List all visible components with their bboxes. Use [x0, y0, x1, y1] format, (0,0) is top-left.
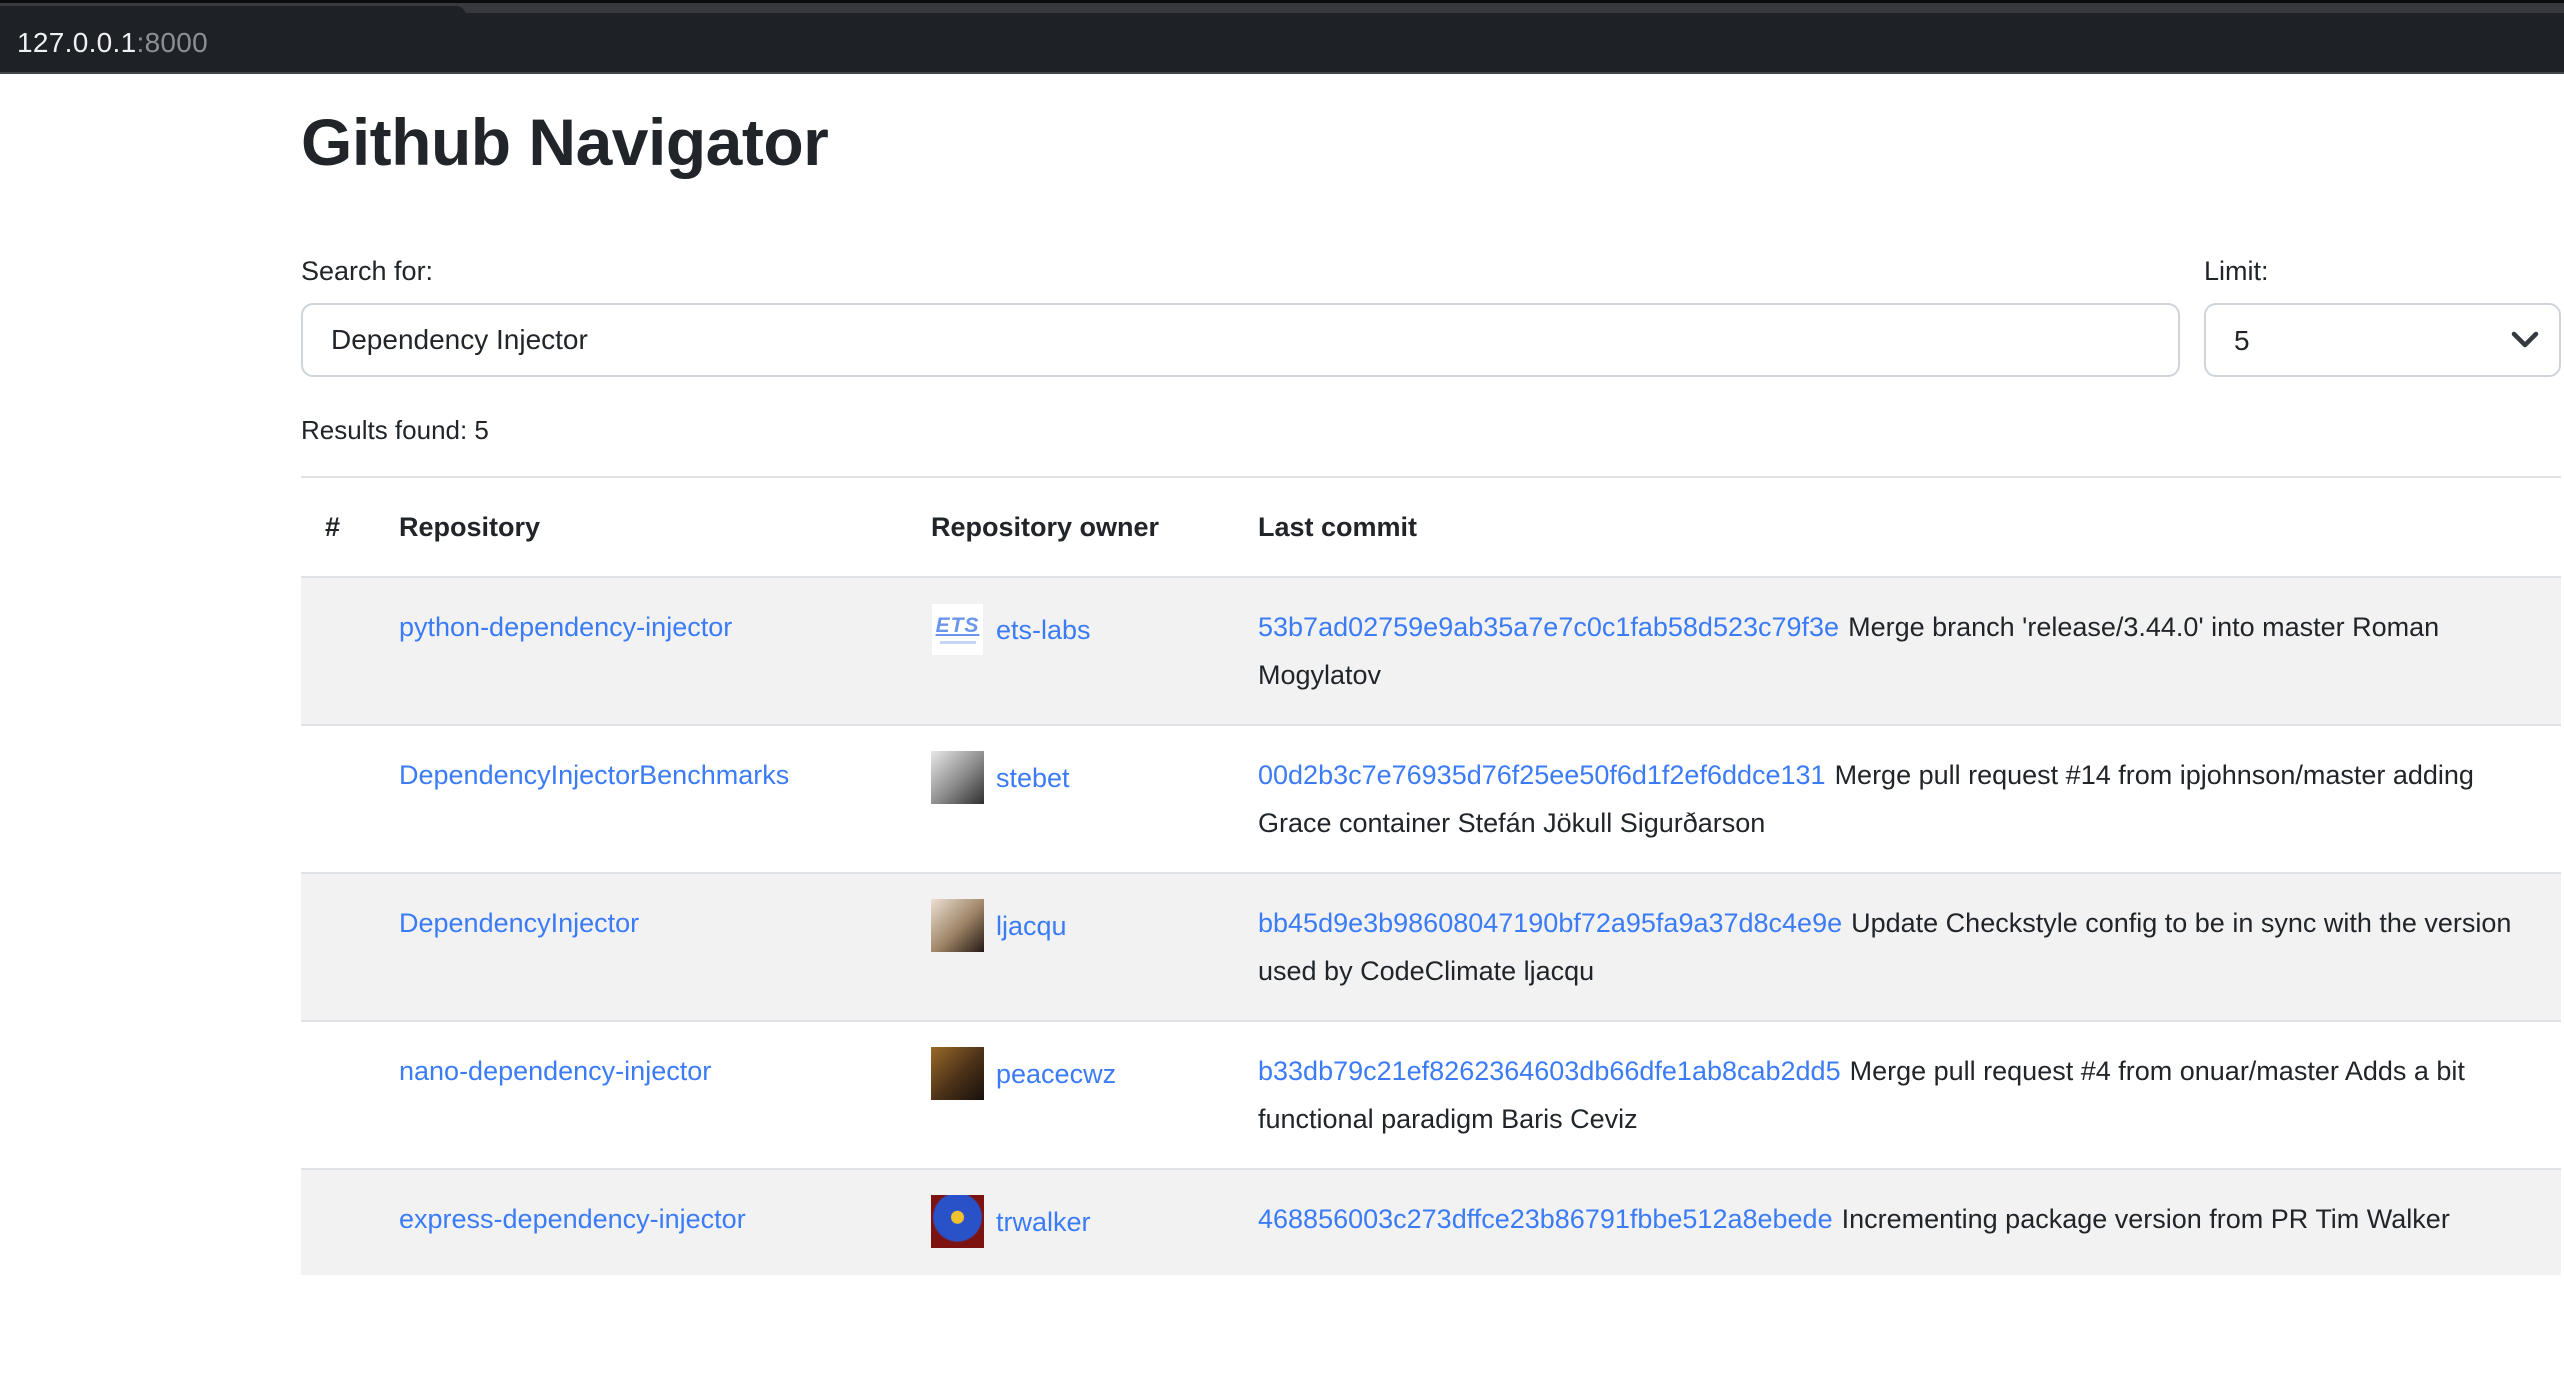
owner-wrap: trwalker — [931, 1195, 1210, 1248]
page-title: Github Navigator — [301, 104, 2561, 180]
table-header: # Repository Repository owner Last commi… — [301, 477, 2561, 577]
column-header-owner: Repository owner — [907, 477, 1234, 577]
limit-select-wrap: 5 — [2204, 303, 2561, 377]
results-table: # Repository Repository owner Last commi… — [301, 476, 2561, 1275]
repository-cell: DependencyInjectorBenchmarks — [375, 725, 907, 873]
owner-link[interactable]: ets-labs — [996, 606, 1091, 654]
commit-cell: b33db79c21ef8262364603db66dfe1ab8cab2dd5… — [1234, 1021, 2561, 1169]
ets-logo-text: ETS — [936, 615, 980, 637]
results-summary: Results found: 5 — [301, 415, 2561, 446]
url-port: :8000 — [136, 27, 208, 59]
repository-link[interactable]: nano-dependency-injector — [399, 1056, 711, 1086]
repository-link[interactable]: DependencyInjectorBenchmarks — [399, 760, 789, 790]
commit-cell: 468856003c273dffce23b86791fbbe512a8ebede… — [1234, 1169, 2561, 1274]
search-group: Search for: — [301, 256, 2180, 377]
commit-hash-link[interactable]: 468856003c273dffce23b86791fbbe512a8ebede — [1258, 1204, 1833, 1234]
owner-wrap: stebet — [931, 751, 1210, 804]
commit-hash-link[interactable]: bb45d9e3b98608047190bf72a95fa9a37d8c4e9e — [1258, 908, 1842, 938]
commit-hash-link[interactable]: 00d2b3c7e76935d76f25ee50f6d1f2ef6ddce131 — [1258, 760, 1826, 790]
limit-group: Limit: 5 — [2204, 256, 2561, 377]
table-row: nano-dependency-injector peacecwz b33db7… — [301, 1021, 2561, 1169]
owner-avatar — [931, 899, 984, 952]
column-header-number: # — [301, 477, 375, 577]
owner-link[interactable]: stebet — [996, 754, 1070, 802]
owner-cell: ETS ets-labs — [907, 577, 1234, 725]
column-header-commit: Last commit — [1234, 477, 2561, 577]
owner-wrap: ETS ets-labs — [931, 603, 1210, 656]
limit-select[interactable]: 5 — [2204, 303, 2561, 377]
repository-link[interactable]: DependencyInjector — [399, 908, 639, 938]
owner-avatar: ETS — [931, 603, 984, 656]
owner-link[interactable]: peacecwz — [996, 1050, 1116, 1098]
limit-label: Limit: — [2204, 256, 2561, 287]
repository-link[interactable]: express-dependency-injector — [399, 1204, 746, 1234]
commit-hash-link[interactable]: b33db79c21ef8262364603db66dfe1ab8cab2dd5 — [1258, 1056, 1841, 1086]
browser-tab-strip — [0, 0, 2564, 13]
table-row: DependencyInjectorBenchmarks stebet 00d2… — [301, 725, 2561, 873]
owner-link[interactable]: trwalker — [996, 1198, 1091, 1246]
url-text[interactable]: 127.0.0.1:8000 — [17, 13, 208, 72]
commit-cell: 53b7ad02759e9ab35a7e7c0c1fab58d523c79f3e… — [1234, 577, 2561, 725]
table-row: express-dependency-injector trwalker 468… — [301, 1169, 2561, 1274]
search-label: Search for: — [301, 256, 2180, 287]
row-index-cell — [301, 1021, 375, 1169]
repository-link[interactable]: python-dependency-injector — [399, 612, 732, 642]
row-index-cell — [301, 577, 375, 725]
repository-cell: DependencyInjector — [375, 873, 907, 1021]
repository-cell: python-dependency-injector — [375, 577, 907, 725]
owner-wrap: ljacqu — [931, 899, 1210, 952]
table-header-row: # Repository Repository owner Last commi… — [301, 477, 2561, 577]
owner-avatar — [931, 1047, 984, 1100]
owner-link[interactable]: ljacqu — [996, 902, 1067, 950]
table-row: DependencyInjector ljacqu bb45d9e3b98608… — [301, 873, 2561, 1021]
owner-cell: trwalker — [907, 1169, 1234, 1274]
repository-cell: nano-dependency-injector — [375, 1021, 907, 1169]
row-index-cell — [301, 873, 375, 1021]
url-host: 127.0.0.1 — [17, 27, 136, 59]
commit-cell: bb45d9e3b98608047190bf72a95fa9a37d8c4e9e… — [1234, 873, 2561, 1021]
row-index-cell — [301, 725, 375, 873]
owner-wrap: peacecwz — [931, 1047, 1210, 1100]
search-form: Search for: Limit: 5 — [301, 256, 2561, 377]
owner-cell: peacecwz — [907, 1021, 1234, 1169]
commit-message: Incrementing package version from PR Tim… — [1842, 1204, 2450, 1234]
repository-cell: express-dependency-injector — [375, 1169, 907, 1274]
table-row: python-dependency-injector ETS ets-labs … — [301, 577, 2561, 725]
owner-cell: ljacqu — [907, 873, 1234, 1021]
results-body: python-dependency-injector ETS ets-labs … — [301, 577, 2561, 1274]
owner-avatar — [931, 1195, 984, 1248]
page-container: Github Navigator Search for: Limit: 5 Re… — [301, 104, 2561, 1275]
column-header-repository: Repository — [375, 477, 907, 577]
row-index-cell — [301, 1169, 375, 1274]
browser-address-bar[interactable]: 127.0.0.1:8000 — [0, 0, 2564, 74]
search-input[interactable] — [301, 303, 2180, 377]
commit-hash-link[interactable]: 53b7ad02759e9ab35a7e7c0c1fab58d523c79f3e — [1258, 612, 1839, 642]
commit-cell: 00d2b3c7e76935d76f25ee50f6d1f2ef6ddce131… — [1234, 725, 2561, 873]
owner-avatar — [931, 751, 984, 804]
ets-logo-subline — [940, 641, 976, 644]
owner-cell: stebet — [907, 725, 1234, 873]
